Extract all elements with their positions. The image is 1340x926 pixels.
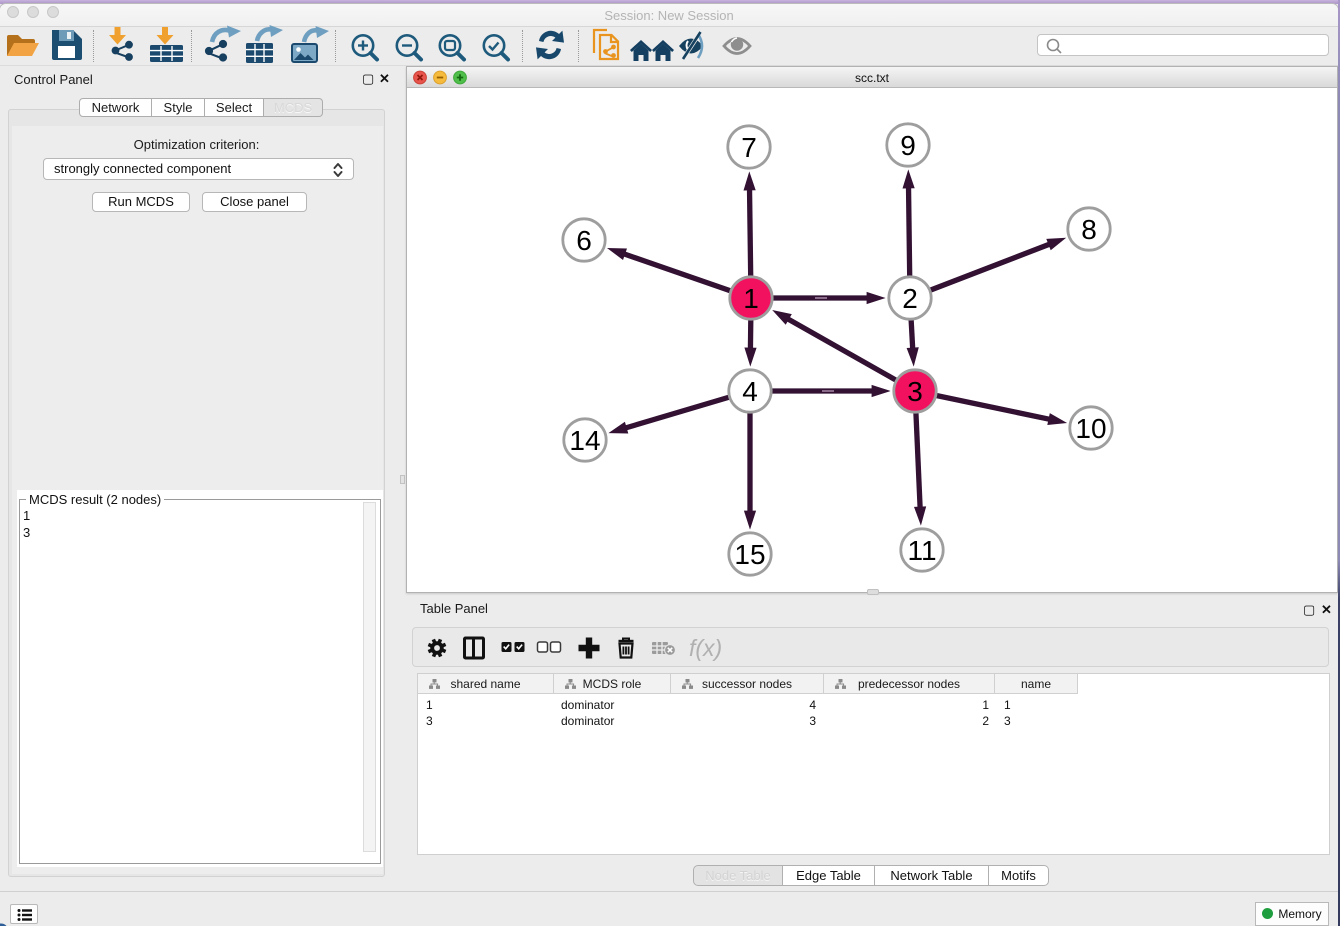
svg-text:9: 9 (900, 130, 916, 161)
svg-text:f(x): f(x) (689, 635, 722, 661)
svg-text:10: 10 (1075, 413, 1106, 444)
svg-text:2: 2 (902, 283, 918, 314)
svg-text:11: 11 (907, 535, 936, 566)
svg-text:8: 8 (1081, 214, 1097, 245)
svg-text:15: 15 (734, 539, 765, 570)
svg-text:3: 3 (907, 376, 923, 407)
svg-text:14: 14 (569, 425, 600, 456)
svg-text:7: 7 (741, 132, 757, 163)
svg-text:1: 1 (743, 283, 759, 314)
svg-text:4: 4 (742, 376, 758, 407)
svg-text:6: 6 (576, 225, 592, 256)
